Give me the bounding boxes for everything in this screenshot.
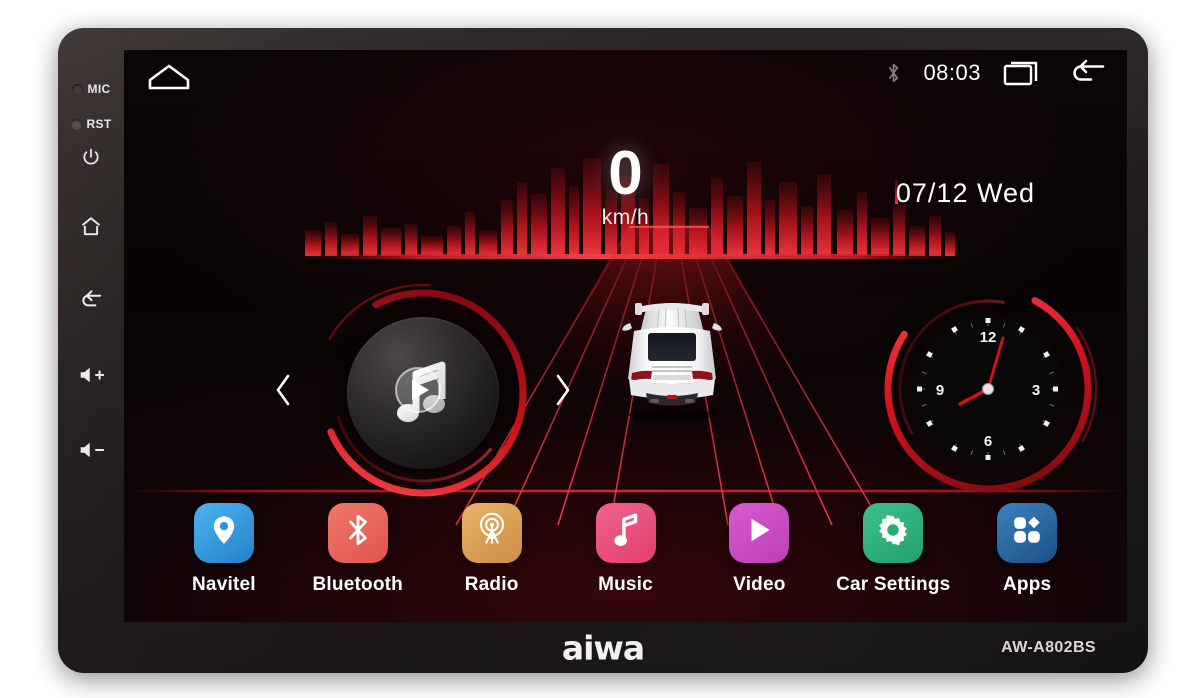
statusbar-home-button[interactable] — [146, 62, 192, 97]
back-arrow-icon — [79, 290, 104, 312]
clock-numeral-6: 6 — [984, 433, 992, 450]
screenshot-root: MIC RST 08:03 0 km/h 07/12 Wed 12 3 6 9 … — [0, 0, 1199, 698]
app-dock: Navitel Bluetooth Radio Music Video Car … — [124, 484, 1127, 614]
app-music[interactable]: Music — [570, 502, 682, 596]
app-label-car-settings: Car Settings — [836, 573, 951, 595]
app-label-radio: Radio — [464, 573, 519, 595]
app-icon-music — [595, 502, 656, 563]
status-bar: 08:03 — [124, 50, 1127, 105]
brand-logo: aiwa — [561, 628, 645, 667]
model-number: AW-A802BS — [1001, 638, 1096, 656]
statusbar-clock: 08:03 — [923, 60, 981, 85]
bluetooth-icon[interactable] — [886, 61, 901, 85]
hardware-key-reset-label: RST — [86, 117, 112, 131]
bluetooth-icon — [345, 512, 371, 553]
hardware-key-strip: MIC RST — [58, 28, 124, 673]
app-apps[interactable]: Apps — [971, 502, 1083, 596]
hardware-key-volume-down[interactable] — [58, 433, 124, 467]
hardware-key-back[interactable] — [58, 284, 124, 318]
app-video[interactable]: Video — [703, 502, 815, 596]
music-prev-button[interactable] — [274, 373, 292, 413]
music-widget[interactable] — [276, 282, 570, 504]
dot-indicator-icon — [70, 118, 82, 130]
gear-icon — [876, 513, 910, 552]
date-display: 07/12 Wed — [896, 178, 1035, 209]
clock-numeral-3: 3 — [1032, 382, 1040, 399]
play-icon — [743, 514, 775, 551]
hardware-key-reset[interactable]: RST — [58, 107, 124, 141]
app-label-navitel: Navitel — [192, 573, 256, 595]
music-widget-disc[interactable] — [347, 317, 499, 469]
statusbar-right-cluster: 08:03 — [886, 59, 1107, 87]
app-label-apps: Apps — [1002, 573, 1052, 595]
app-icon-car-settings — [863, 502, 924, 563]
app-navitel[interactable]: Navitel — [168, 502, 280, 596]
music-note-icon — [612, 512, 640, 553]
app-car-settings[interactable]: Car Settings — [836, 502, 951, 596]
map-pin-icon — [207, 513, 241, 552]
hardware-key-volume-up[interactable] — [58, 358, 124, 392]
date-text: 07/12 Wed — [895, 178, 1035, 208]
app-icon-radio — [461, 502, 522, 563]
head-unit-bezel: MIC RST 08:03 0 km/h 07/12 Wed 12 3 6 9 … — [58, 28, 1148, 673]
antenna-icon — [474, 512, 510, 553]
app-label-video: Video — [733, 573, 786, 595]
app-icon-navitel — [193, 502, 254, 563]
dot-indicator-icon — [71, 83, 83, 95]
volume-up-icon — [78, 365, 105, 385]
app-label-music: Music — [598, 573, 653, 595]
hardware-key-home[interactable] — [58, 209, 124, 243]
music-play-icon — [380, 348, 466, 439]
app-radio[interactable]: Radio — [436, 502, 548, 596]
app-icon-bluetooth — [327, 502, 388, 563]
touchscreen-display[interactable]: 08:03 0 km/h 07/12 Wed 12 3 6 9 Navitel … — [124, 50, 1127, 622]
hardware-key-mic[interactable]: MIC — [58, 72, 124, 106]
app-bluetooth[interactable]: Bluetooth — [302, 502, 414, 596]
music-next-button[interactable] — [554, 373, 572, 413]
app-label-bluetooth: Bluetooth — [312, 573, 403, 595]
analog-clock-face: 12 3 6 9 — [912, 313, 1064, 465]
app-icon-apps — [997, 502, 1058, 563]
power-icon — [81, 147, 101, 167]
home-outline-icon — [146, 64, 192, 96]
hardware-key-power[interactable] — [58, 140, 124, 174]
hardware-key-mic-label: MIC — [87, 82, 111, 96]
app-grid-icon — [1011, 514, 1043, 551]
clock-numeral-12: 12 — [980, 329, 997, 346]
clock-widget[interactable]: 12 3 6 9 — [879, 278, 1097, 500]
bottom-bezel: aiwa AW-A802BS — [58, 622, 1148, 673]
app-icon-video — [729, 502, 790, 563]
car-graphic — [612, 275, 732, 425]
clock-numeral-9: 9 — [936, 382, 944, 399]
recent-apps-icon[interactable] — [1003, 59, 1045, 87]
volume-down-icon — [78, 440, 105, 460]
home-icon — [79, 215, 103, 238]
clock-center-cap — [982, 383, 994, 395]
statusbar-back-icon[interactable] — [1067, 59, 1107, 87]
